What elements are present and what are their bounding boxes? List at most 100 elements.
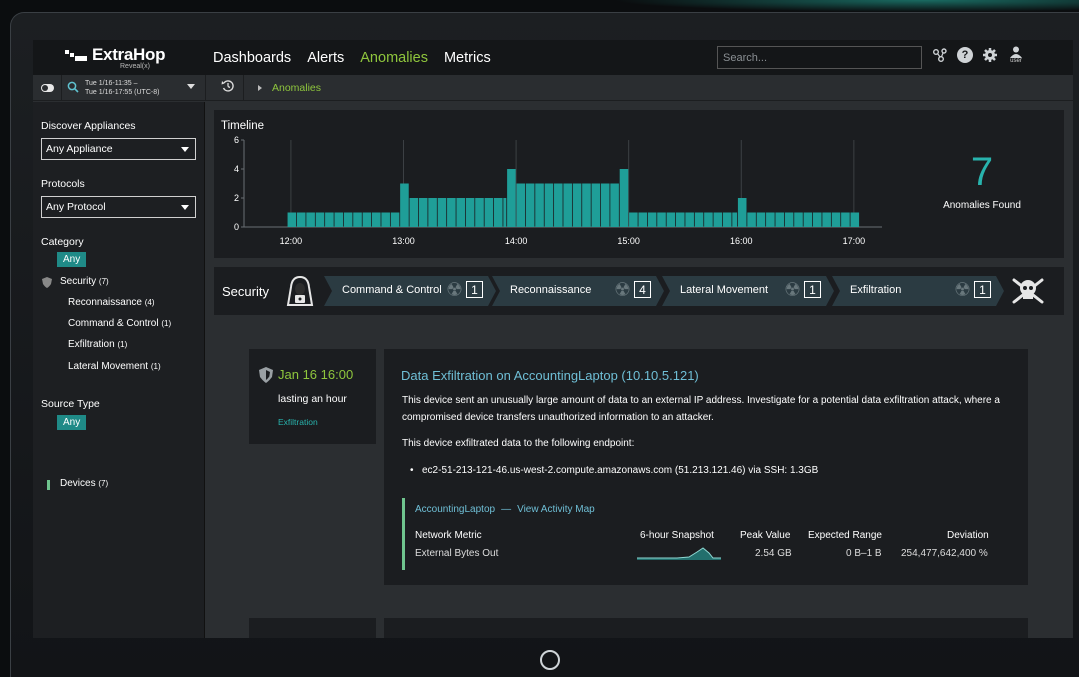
timeline-bar (722, 212, 732, 227)
stage-label: Reconnaissance (510, 284, 592, 296)
timeline-bar (694, 212, 704, 227)
brand-name: ExtraHop (92, 44, 166, 64)
nav-dashboards[interactable]: Dashboards (213, 50, 291, 66)
x-tick-label: 16:00 (730, 236, 753, 246)
header-snapshot: 6-hour Snapshot (640, 530, 714, 541)
timeline-bar (647, 212, 657, 227)
subcategory-exfiltration[interactable]: Exfiltration (1) (68, 339, 127, 350)
anomaly-count-label: Anomalies Found (943, 200, 1021, 211)
time-range-dropdown-icon[interactable] (187, 84, 195, 89)
timeline-chart[interactable]: 0 2 4 6 12:00 13:00 14:00 15:00 16:00 17:00 (214, 110, 914, 258)
next-anomaly-detail-card[interactable] (384, 618, 1028, 638)
timeline-bar (572, 183, 582, 227)
x-tick-label: 15:00 (617, 236, 640, 246)
hacker-icon (286, 275, 314, 306)
category-security[interactable]: Security (7) (60, 276, 109, 287)
zoom-icon[interactable] (67, 81, 79, 96)
gear-icon[interactable] (982, 47, 998, 63)
timeline-bar (428, 198, 437, 227)
history-icon[interactable] (221, 79, 235, 96)
nav-metrics[interactable]: Metrics (444, 50, 491, 66)
timeline-bar (409, 198, 419, 227)
logo[interactable]: ExtraHop Reveal(x) (65, 46, 213, 70)
timeline-bar (841, 212, 850, 227)
subcategory-command-control[interactable]: Command & Control (1) (68, 318, 171, 329)
home-button[interactable] (540, 650, 560, 670)
timeline-bar (803, 212, 813, 227)
timeline-bar (353, 212, 362, 227)
x-tick-label: 12:00 (280, 236, 303, 246)
network-icon[interactable] (932, 47, 948, 63)
timeline-bar (822, 212, 831, 227)
nav-alerts[interactable]: Alerts (307, 50, 344, 66)
device-link[interactable]: AccountingLaptop (415, 504, 495, 515)
stage-command-control[interactable]: Command & Control ☢ 1 (324, 276, 496, 306)
metric-name: External Bytes Out (415, 548, 499, 559)
protocol-select[interactable]: Any Protocol (41, 196, 196, 218)
timeline-bar (831, 212, 841, 227)
timeline-bar (315, 212, 325, 227)
anomaly-description: This device sent an unusually large amou… (402, 395, 1000, 423)
timeline-bar (418, 198, 428, 227)
timeline-bar (766, 212, 775, 227)
subcategory-count: (1) (117, 340, 128, 349)
x-tick-label: 14:00 (505, 236, 528, 246)
next-anomaly-time-card[interactable] (249, 618, 376, 638)
chevron-down-icon (181, 205, 189, 210)
radiation-icon: ☢ (784, 280, 802, 301)
user-icon (1010, 46, 1022, 58)
timeline-bar (484, 198, 494, 227)
nav-anomalies[interactable]: Anomalies (360, 50, 428, 66)
user-menu[interactable]: user (1007, 46, 1025, 64)
stage-exfiltration[interactable]: Exfiltration ☢ 1 (832, 276, 1004, 306)
timeline-bar (325, 212, 334, 227)
timeline-bar (784, 212, 794, 227)
stage-lateral-movement[interactable]: Lateral Movement ☢ 1 (662, 276, 834, 306)
category-security-label: Security (60, 276, 97, 287)
stage-count: 1 (974, 281, 991, 298)
time-range[interactable]: Tue 1/16-11:35 – Tue 1/16-17:55 (UTC-8) (85, 79, 159, 97)
appliances-heading: Discover Appliances (41, 120, 136, 132)
category-any-chip[interactable]: Any (57, 252, 87, 267)
timeline-bar (475, 198, 484, 227)
header-peak-value: Peak Value (740, 530, 791, 541)
sidebar-toggle[interactable] (41, 84, 54, 92)
stage-count: 1 (466, 281, 483, 298)
x-tick-label: 13:00 (392, 236, 415, 246)
time-range-end: Tue 1/16-17:55 (UTC-8) (85, 89, 160, 96)
anomaly-title-link[interactable]: Data Exfiltration on AccountingLaptop (1… (401, 368, 699, 383)
subcategory-reconnaissance[interactable]: Reconnaissance (4) (68, 297, 155, 308)
protocols-heading: Protocols (41, 178, 85, 190)
timeline-bar (554, 183, 563, 227)
subcategory-lateral-movement[interactable]: Lateral Movement (1) (68, 361, 161, 372)
stage-reconnaissance[interactable]: Reconnaissance ☢ 4 (492, 276, 664, 306)
header-expected-range: Expected Range (808, 530, 882, 541)
breadcrumb[interactable]: Anomalies (272, 82, 321, 94)
header-deviation: Deviation (947, 530, 989, 541)
appliance-select[interactable]: Any Appliance (41, 138, 196, 160)
filter-sidebar: Discover Appliances Any Appliance Protoc… (33, 102, 205, 638)
header-network-metric: Network Metric (415, 530, 482, 541)
timeline-panel: Timeline 0 2 4 6 12:00 13:00 14:00 15:00 16:00 17… (214, 110, 1064, 258)
activity-map-link[interactable]: View Activity Map (517, 504, 595, 515)
timeline-bar (544, 183, 554, 227)
search-input[interactable] (717, 46, 922, 69)
timeline-bar (666, 212, 676, 227)
timeline-bar (600, 183, 610, 227)
subcategory-label: Lateral Movement (68, 361, 149, 372)
anomaly-category-link[interactable]: Exfiltration (278, 417, 318, 427)
help-icon[interactable]: ? (957, 47, 973, 63)
stage-label: Lateral Movement (680, 284, 769, 296)
timeline-bar (732, 212, 738, 227)
anomaly-time-card[interactable]: Jan 16 16:00 lasting an hour Exfiltratio… (249, 349, 376, 444)
timeline-bar (591, 183, 601, 227)
timeline-bar (638, 212, 648, 227)
endpoint-item: ec2-51-213-121-46.us-west-2.compute.amaz… (410, 465, 818, 476)
source-devices[interactable]: Devices (7) (60, 478, 108, 489)
metric-expected-range: 0 B–1 B (846, 548, 882, 559)
security-chain: Security Command & Control ☢ 1 Reconnais… (214, 267, 1064, 315)
source-any-chip[interactable]: Any (57, 415, 87, 430)
subcategory-count: (1) (150, 362, 161, 371)
subcategory-count: (4) (144, 298, 155, 307)
metric-deviation: 254,477,642,400 % (901, 548, 988, 559)
